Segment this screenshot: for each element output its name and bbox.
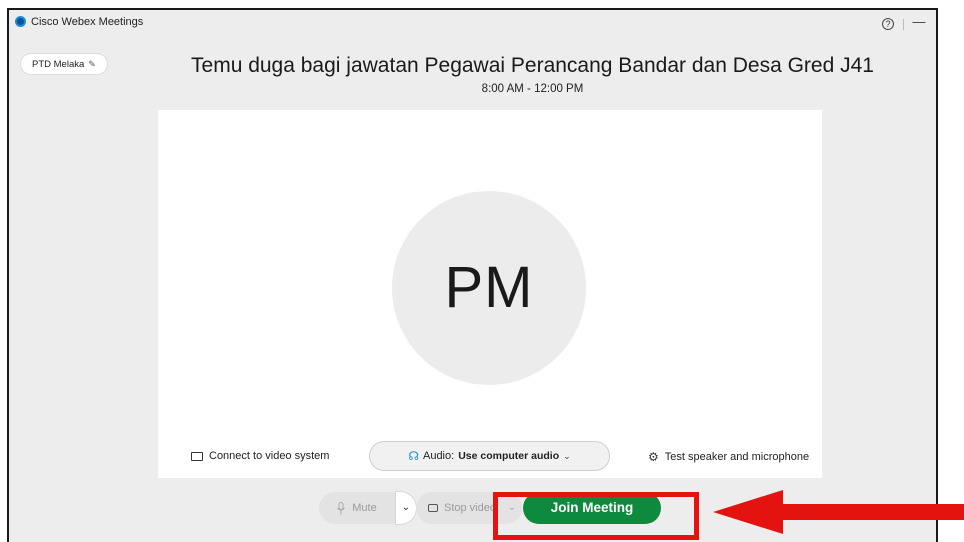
meeting-time: 8:00 AM - 12:00 PM [481,83,584,95]
test-speaker-label: Test speaker and microphone [664,451,810,463]
test-speaker-button[interactable]: ⚙ Test speaker and microphone [648,450,809,464]
arrow-left-icon [713,490,964,534]
video-camera-icon [428,504,438,512]
help-icon[interactable]: ? [882,18,894,30]
app-title: Cisco Webex Meetings [31,16,144,28]
webex-window: Cisco Webex Meetings ? — PTD Melaka ✎ Tem… [7,8,938,542]
video-label: Stop video [444,502,496,514]
meeting-title: Temu duga bagi jawatan Pegawai Perancang… [191,54,874,77]
webex-logo-icon [15,16,26,27]
highlight-box [493,492,699,540]
mute-label: Mute [352,502,377,514]
title-separator [903,19,904,30]
microphone-icon [337,501,346,514]
connect-video-label: Connect to video system [209,450,330,462]
stop-video-button[interactable]: Stop video [416,492,502,524]
avatar: PM [392,191,586,385]
cast-icon [191,451,203,461]
audio-prefix: Audio: [422,450,455,462]
minimize-icon[interactable]: — [912,15,926,30]
audio-select[interactable]: ☊ Audio: Use computer audio ⌄ [369,441,610,471]
mute-options-chevron[interactable]: ⌄ [396,492,416,524]
chevron-down-icon: ⌄ [563,450,571,461]
connect-video-system-button[interactable]: Connect to video system [191,450,329,462]
video-preview: PM Connect to video system ☊ Audio: Use … [158,110,822,478]
audio-value: Use computer audio [458,450,560,462]
mute-button[interactable]: Mute [319,492,395,524]
title-bar: Cisco Webex Meetings ? — [9,10,936,38]
gear-icon: ⚙ [648,450,659,464]
audio-icon: ☊ [408,449,419,463]
